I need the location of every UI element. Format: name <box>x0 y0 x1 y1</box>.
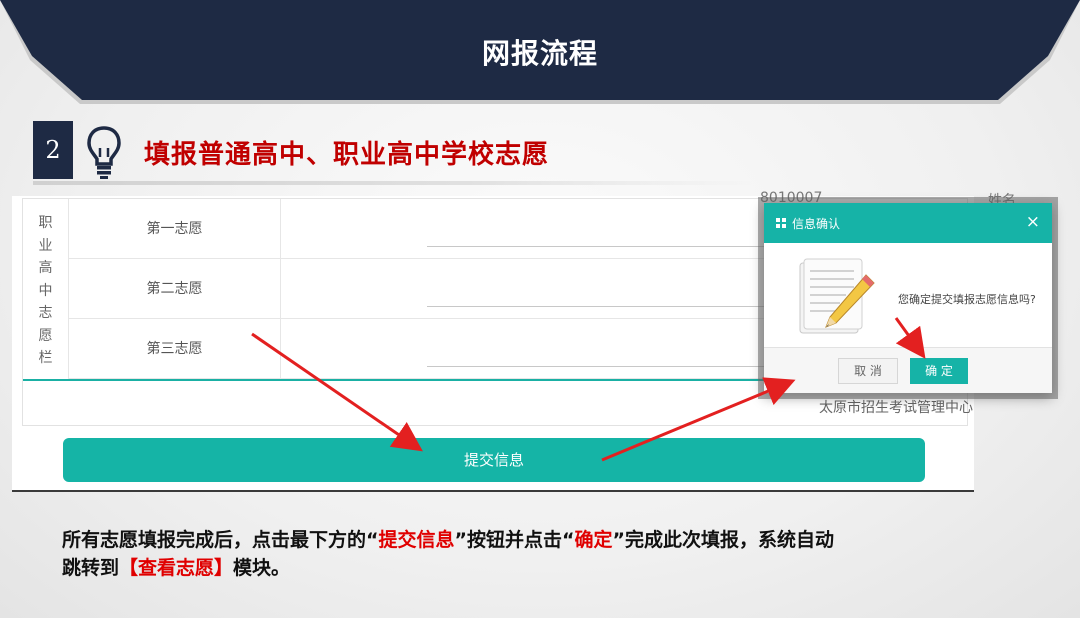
section-label-char: 中 <box>38 282 53 299</box>
confirm-button[interactable]: 确 定 <box>910 358 968 384</box>
caption-text: 跳转到 <box>62 557 120 579</box>
dialog-title: 信息确认 <box>792 217 841 231</box>
caption-text: ”按钮并点击“ <box>454 529 575 551</box>
close-icon[interactable]: × <box>1026 212 1040 232</box>
caption-highlight-submit: 提交信息 <box>378 529 455 551</box>
instruction-text: 所有志愿填报完成后，点击最下方的“提交信息”按钮并点击“确定”完成此次填报，系统… <box>62 526 992 582</box>
caption-text: ”完成此次填报，系统自动 <box>612 529 835 551</box>
dialog-message: 您确定提交填报志愿信息吗? <box>898 293 1036 306</box>
section-label-char: 职 <box>38 215 53 232</box>
row-label-first-choice: 第一志愿 <box>69 199 281 259</box>
cancel-button[interactable]: 取 消 <box>838 358 898 384</box>
header-banner: 网报流程 <box>0 0 1080 110</box>
confirm-dialog: 信息确认 × 您确定提交填报志愿信息吗? 取 消 确 定 <box>764 203 1052 393</box>
row-label-second-choice: 第二志愿 <box>69 259 281 319</box>
section-label-char: 栏 <box>38 350 53 367</box>
caption-highlight-confirm: 确定 <box>574 529 613 551</box>
step-number: 2 <box>33 121 73 179</box>
page-title: 网报流程 <box>481 37 598 70</box>
dialog-header: 信息确认 × <box>764 203 1052 243</box>
section-label-char: 志 <box>38 305 53 322</box>
agency-text: 太原市招生考试管理中心 <box>819 400 973 416</box>
section-label-char: 业 <box>38 237 53 254</box>
heading-underline <box>33 181 753 185</box>
step-title: 填报普通高中、职业高中学校志愿 <box>144 140 550 170</box>
section-label-char: 愿 <box>38 327 53 344</box>
caption-text: 模块。 <box>233 557 291 579</box>
grid-icon <box>776 218 786 228</box>
caption-text: 所有志愿填报完成后，点击最下方的“ <box>62 529 379 551</box>
notepad-pencil-icon <box>799 258 875 334</box>
submit-info-button[interactable]: 提交信息 <box>63 438 925 482</box>
dialog-footer: 取 消 确 定 <box>764 347 1052 393</box>
section-label-vocational: 职 业 高 中 志 愿 栏 <box>23 199 69 379</box>
section-label-char: 高 <box>38 260 53 277</box>
lightbulb-icon <box>87 126 121 179</box>
dialog-body: 您确定提交填报志愿信息吗? <box>764 243 1052 347</box>
caption-highlight-module: 【查看志愿】 <box>119 557 234 579</box>
row-label-third-choice: 第三志愿 <box>69 319 281 379</box>
